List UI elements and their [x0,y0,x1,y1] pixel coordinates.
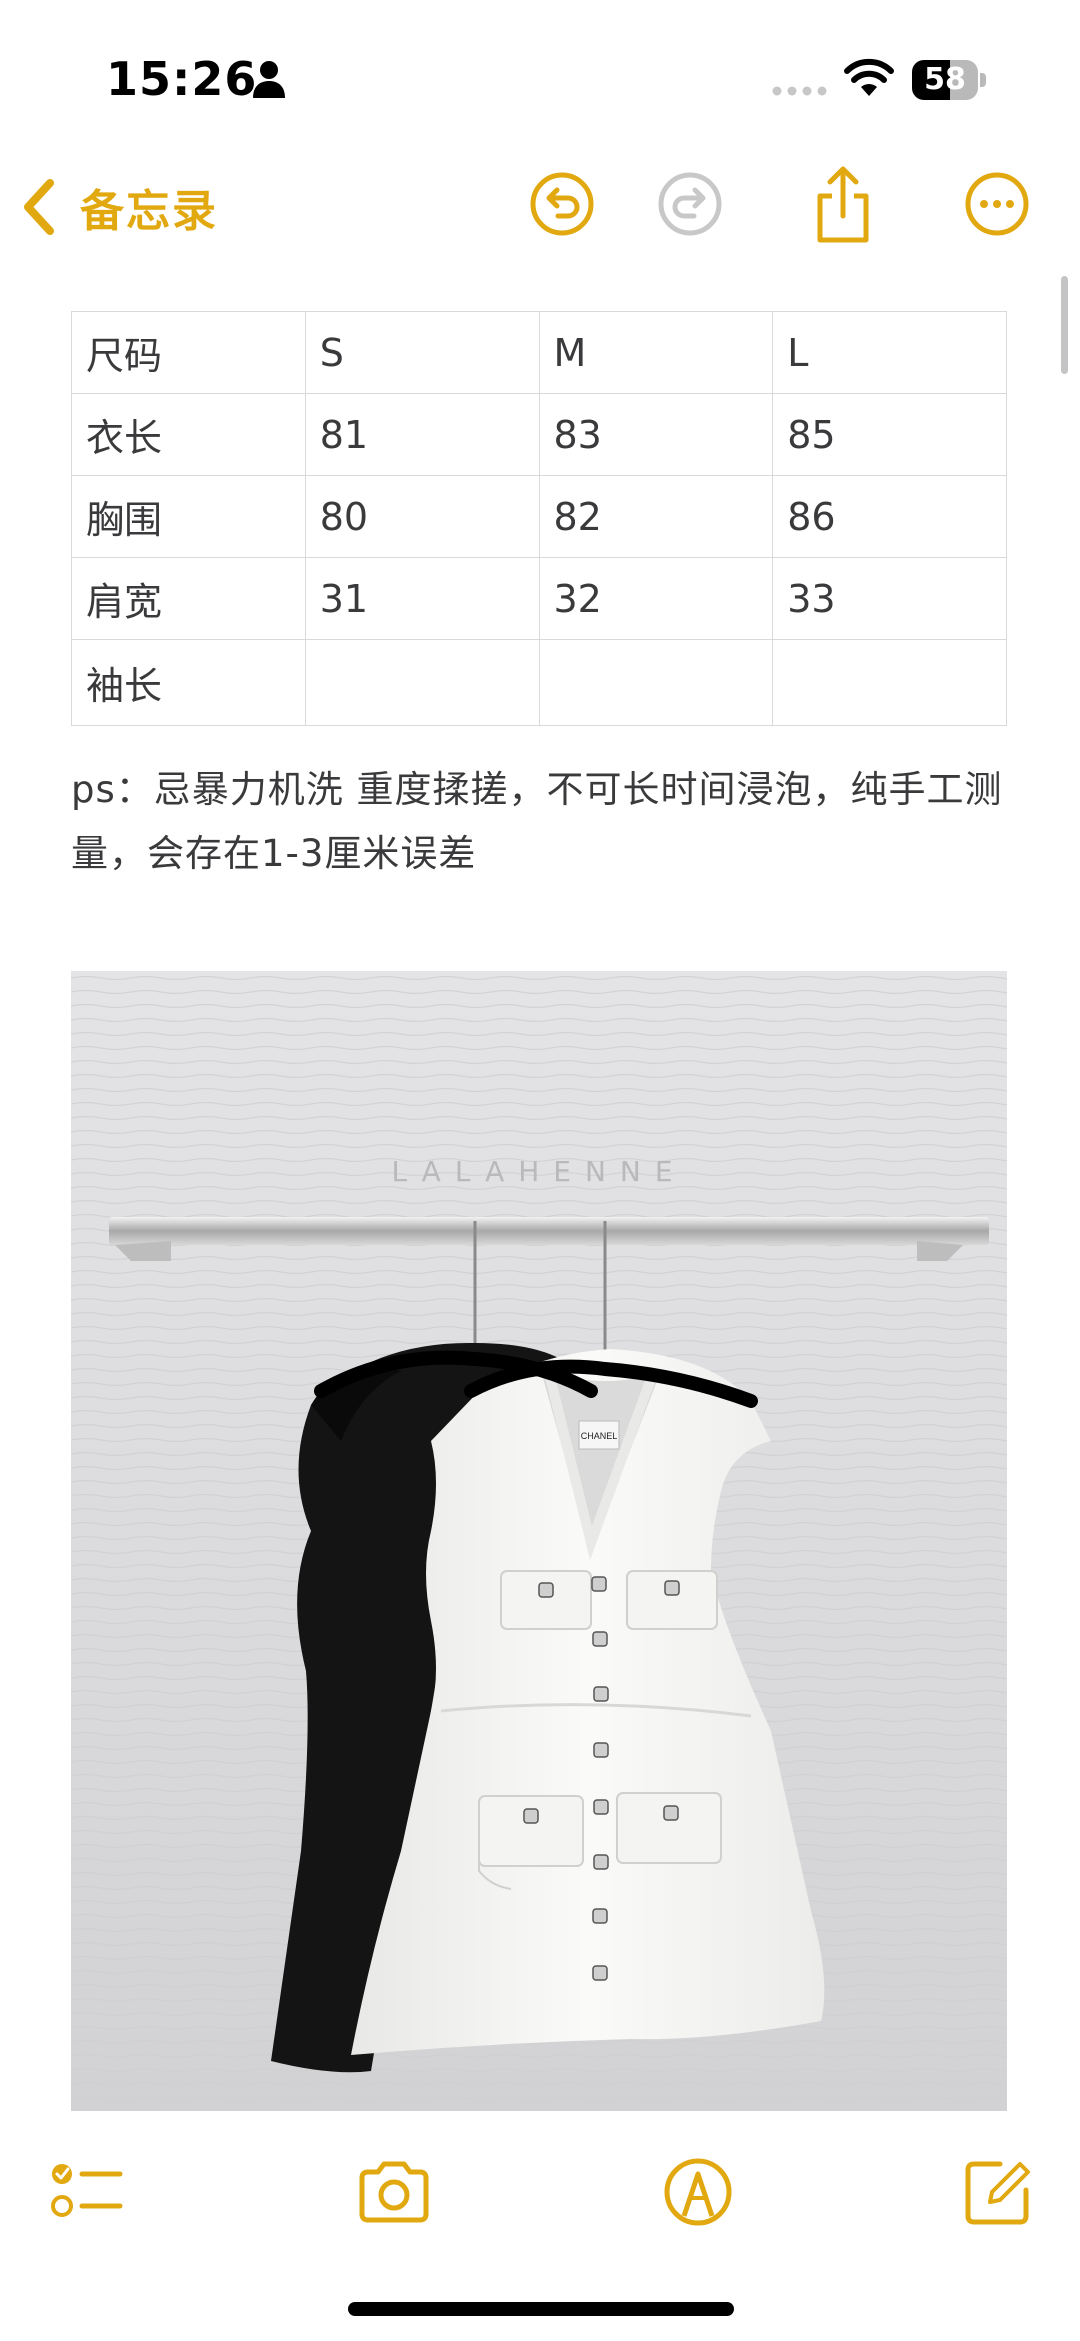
table-cell: 衣长 [71,393,306,476]
home-indicator[interactable] [348,2302,734,2316]
table-cell: 32 [538,557,774,640]
share-icon[interactable] [808,166,878,244]
table-cell: 82 [538,475,774,558]
table-cell: 31 [304,557,540,640]
table-cell [538,639,774,726]
back-label: 备忘录 [80,186,218,237]
battery-indicator: 58 [912,60,986,100]
nav-bar: 备忘录 [0,160,1080,250]
table-cell: M [538,311,774,394]
wifi-icon [844,58,894,96]
redo-icon[interactable] [656,170,724,238]
note-text[interactable]: ps：忌暴力机洗 重度揉搓，不可长时间浸泡，纯手工测量，会存在1-3厘米误差 [71,758,1011,886]
table-row: 衣长 81 83 85 [71,393,1007,476]
table-cell: L [772,311,1007,394]
table-cell [304,639,540,726]
table-cell: 袖长 [71,639,306,726]
markup-icon[interactable] [660,2154,736,2230]
table-cell: 尺码 [71,311,306,394]
camera-icon[interactable] [356,2154,432,2230]
scroll-indicator[interactable] [1061,276,1068,374]
table-cell: 85 [772,393,1007,476]
table-cell: 肩宽 [71,557,306,640]
table-cell: 83 [538,393,774,476]
table-cell: 81 [304,393,540,476]
table-cell: S [304,311,540,394]
status-time: 15:26 [106,52,258,106]
compose-icon[interactable] [960,2154,1036,2230]
battery-percent: 58 [924,62,966,97]
table-row: 尺码 S M L [71,311,1007,394]
table-cell: 33 [772,557,1007,640]
watermark: LALAHENNE [391,1155,686,1188]
table-row: 袖长 [71,639,1007,726]
chevron-left-icon [24,179,54,235]
table-cell: 86 [772,475,1007,558]
dress-photo-illustration: LALAHENNE CHANEL [71,971,1007,2111]
table-cell [772,639,1007,726]
table-row: 胸围 80 82 86 [71,475,1007,558]
brand-label: CHANEL [581,1431,618,1441]
undo-icon[interactable] [528,170,596,238]
table-cell: 80 [304,475,540,558]
checklist-icon[interactable] [48,2154,124,2230]
person-icon [253,61,285,98]
table-row: 肩宽 31 32 33 [71,557,1007,640]
size-table: 尺码 S M L 衣长 81 83 85 胸围 80 82 86 肩宽 31 3… [71,311,1007,726]
bottom-toolbar [0,2140,1080,2260]
more-icon[interactable] [963,170,1031,238]
table-cell: 胸围 [71,475,306,558]
cellular-signal-icon [772,86,827,96]
status-bar: 15:26 58 [0,0,1080,150]
back-button[interactable]: 备忘录 [20,174,218,240]
product-photo[interactable]: LALAHENNE CHANEL [71,971,1007,2111]
